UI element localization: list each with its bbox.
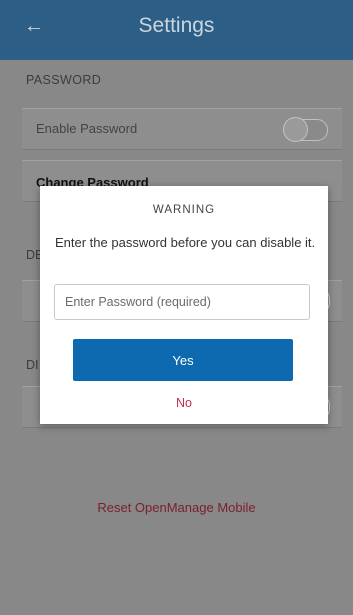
toggle-knob	[283, 117, 308, 142]
app-bar: ← Settings	[0, 0, 353, 60]
dialog-title: WARNING	[152, 204, 216, 216]
warning-dialog: WARNING Enter the password before you ca…	[40, 186, 328, 424]
dialog-message: Enter the password before you can disabl…	[55, 235, 316, 250]
enable-password-row[interactable]: Enable Password	[22, 108, 342, 150]
section-label-password: PASSWORD	[26, 73, 102, 87]
password-input[interactable]	[54, 284, 310, 320]
enable-password-label: Enable Password	[36, 121, 138, 136]
section-label-obscured-3: DI	[26, 358, 39, 372]
no-button[interactable]: No	[40, 396, 328, 410]
enable-password-toggle[interactable]	[283, 117, 328, 142]
reset-openmanage-link[interactable]: Reset OpenManage Mobile	[0, 500, 353, 515]
page-title: Settings	[138, 14, 215, 37]
yes-button[interactable]: Yes	[73, 339, 293, 381]
